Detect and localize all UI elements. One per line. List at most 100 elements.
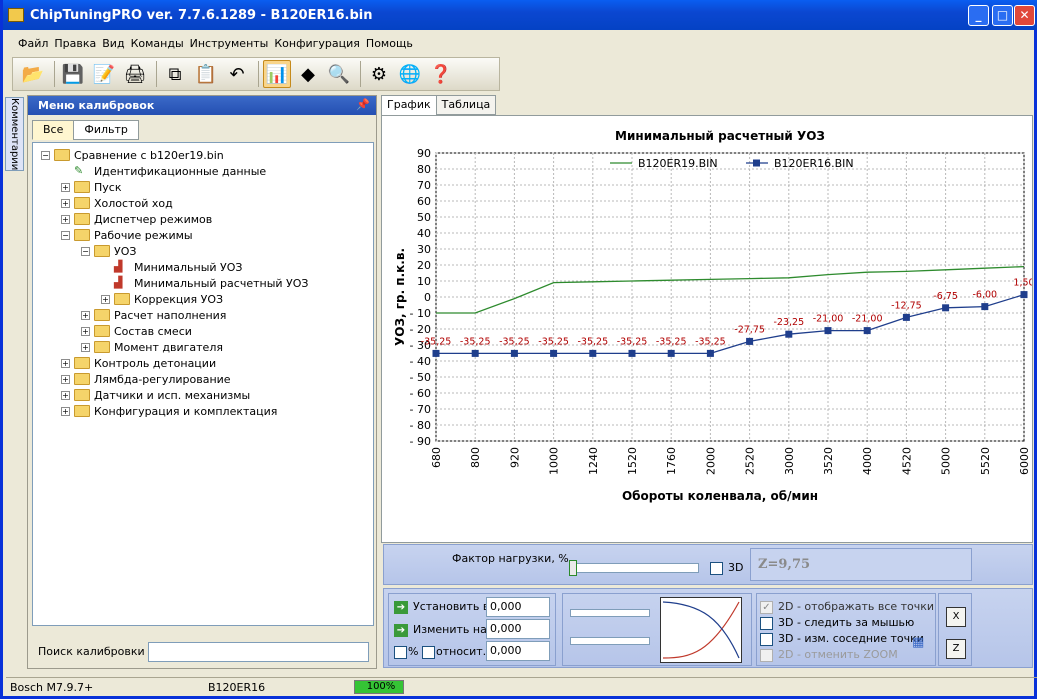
- tree-node[interactable]: − Сравнение с b120er19.bin: [37, 147, 373, 163]
- option-row[interactable]: 3D - изм. соседние точки: [760, 632, 934, 648]
- y-tick-label: 80: [417, 163, 431, 176]
- collapse-icon[interactable]: −: [61, 230, 70, 240]
- relative-checkbox[interactable]: [422, 645, 435, 659]
- search-input[interactable]: [148, 642, 369, 662]
- tab-filter[interactable]: Фильтр: [73, 120, 139, 140]
- arrow-right-icon[interactable]: ➔: [394, 623, 408, 637]
- info-icon[interactable]: ◆: [294, 60, 322, 88]
- folder-icon: [74, 197, 90, 209]
- menu-edit[interactable]: Правка: [54, 37, 96, 50]
- menu-help[interactable]: Помощь: [366, 37, 413, 50]
- comments-side-tab[interactable]: Комментарии: [5, 97, 24, 171]
- data-label: -35,25: [695, 336, 726, 347]
- tree-node[interactable]: + Датчики и исп. механизмы: [37, 387, 373, 403]
- change-value-row[interactable]: ➔ Изменить на: [394, 623, 487, 637]
- tree-node[interactable]: + Лямбда-регулирование: [37, 371, 373, 387]
- calibration-tree[interactable]: − Сравнение с b120er19.bin ✎ Идентификацион…: [32, 142, 374, 626]
- tree-node[interactable]: ▟ Минимальный расчетный УОЗ: [37, 275, 373, 291]
- tree-node[interactable]: + Контроль детонации: [37, 355, 373, 371]
- expand-icon[interactable]: +: [61, 198, 70, 208]
- zoom-icon[interactable]: 🔍: [325, 60, 353, 88]
- expand-icon[interactable]: +: [101, 294, 110, 304]
- option-row[interactable]: ✓ 2D - отображать все точки: [760, 600, 934, 616]
- expand-icon[interactable]: +: [61, 214, 70, 224]
- tree-node[interactable]: − Рабочие режимы: [37, 227, 373, 243]
- save-icon[interactable]: 💾: [59, 60, 87, 88]
- chart-svg[interactable]: 9080706050403020100- 10- 20- 30- 40- 50-…: [382, 116, 1035, 542]
- relative-toggle[interactable]: относит.: [422, 645, 486, 659]
- chart-view-icon[interactable]: 📊: [263, 60, 291, 88]
- save-as-icon[interactable]: 📝: [90, 60, 118, 88]
- percent-checkbox[interactable]: [394, 645, 407, 659]
- menu-file[interactable]: Файл: [18, 37, 48, 50]
- collapse-icon[interactable]: −: [41, 150, 50, 160]
- expand-icon[interactable]: +: [81, 342, 90, 352]
- tree-node-label: Идентификационные данные: [94, 164, 267, 178]
- tuning-icon[interactable]: ⚙: [365, 60, 393, 88]
- open-icon[interactable]: 📂: [19, 60, 47, 88]
- tree-node[interactable]: ✎ Идентификационные данные: [37, 163, 373, 179]
- maximize-button[interactable]: □: [992, 5, 1013, 26]
- pin-icon[interactable]: 📌: [356, 98, 370, 111]
- toggle-3d[interactable]: 3D: [710, 561, 743, 575]
- curve-slider-1[interactable]: [570, 609, 650, 617]
- load-factor-slider[interactable]: [569, 560, 699, 576]
- copy-icon[interactable]: ⧉: [161, 60, 189, 88]
- expand-icon[interactable]: +: [61, 374, 70, 384]
- change-value-input[interactable]: 0,000: [486, 619, 550, 639]
- x-axis-button[interactable]: X: [946, 607, 966, 627]
- tree-node[interactable]: + Коррекция УОЗ: [37, 291, 373, 307]
- relative-value-input[interactable]: 0,000: [486, 641, 550, 661]
- grid-icon[interactable]: ▦: [912, 635, 924, 650]
- arrow-right-icon[interactable]: ➔: [394, 600, 408, 614]
- expand-icon[interactable]: +: [61, 182, 70, 192]
- tree-node[interactable]: − УОЗ: [37, 243, 373, 259]
- expand-icon[interactable]: +: [61, 406, 70, 416]
- close-button[interactable]: ✕: [1014, 5, 1035, 26]
- set-value-input[interactable]: 0,000: [486, 597, 550, 617]
- menu-config[interactable]: Конфигурация: [274, 37, 360, 50]
- option-checkbox[interactable]: [760, 632, 773, 646]
- tree-node[interactable]: + Пуск: [37, 179, 373, 195]
- option-checkbox[interactable]: [760, 616, 773, 630]
- tree-node[interactable]: + Конфигурация и комплектация: [37, 403, 373, 419]
- slider-thumb[interactable]: [569, 560, 577, 576]
- tab-graph[interactable]: График: [381, 95, 437, 116]
- set-value-row[interactable]: ➔ Установить в: [394, 600, 489, 614]
- expand-icon[interactable]: +: [81, 310, 90, 320]
- option-checkbox[interactable]: ✓: [760, 600, 773, 614]
- menu-tools[interactable]: Инструменты: [190, 37, 269, 50]
- tree-node[interactable]: + Состав смеси: [37, 323, 373, 339]
- tree-node-label: Лямбда-регулирование: [94, 372, 231, 386]
- display-options: ✓ 2D - отображать все точки 3D - следить з…: [760, 600, 934, 664]
- checkbox-3d[interactable]: [710, 561, 723, 575]
- tree-node[interactable]: + Диспетчер режимов: [37, 211, 373, 227]
- print-icon[interactable]: 🖨: [121, 60, 149, 88]
- minimize-button[interactable]: _: [968, 5, 989, 26]
- curve-slider-2[interactable]: [570, 637, 650, 645]
- tree-node[interactable]: + Момент двигателя: [37, 339, 373, 355]
- x-tick-label: 920: [508, 447, 521, 468]
- expand-icon[interactable]: +: [61, 358, 70, 368]
- help-icon[interactable]: ❓: [427, 60, 455, 88]
- web-update-icon[interactable]: 🌐: [396, 60, 424, 88]
- z-axis-button[interactable]: Z: [946, 639, 966, 659]
- expand-icon[interactable]: +: [61, 390, 70, 400]
- percent-toggle[interactable]: %: [394, 645, 418, 659]
- menu-commands[interactable]: Команды: [131, 37, 184, 50]
- option-checkbox[interactable]: [760, 648, 773, 662]
- undo-icon[interactable]: ↶: [223, 60, 251, 88]
- title-bar[interactable]: ChipTuningPRO ver. 7.7.6.1289 - B120ER16…: [3, 0, 1037, 30]
- option-row[interactable]: 2D - отменить ZOOM: [760, 648, 934, 664]
- paste-icon[interactable]: 📋: [192, 60, 220, 88]
- tab-all[interactable]: Все: [32, 120, 75, 140]
- menu-view[interactable]: Вид: [102, 37, 124, 50]
- option-row[interactable]: 3D - следить за мышью: [760, 616, 934, 632]
- expand-icon[interactable]: +: [81, 326, 90, 336]
- tree-node[interactable]: ▟ Минимальный УОЗ: [37, 259, 373, 275]
- tree-node[interactable]: + Холостой ход: [37, 195, 373, 211]
- tab-table[interactable]: Таблица: [435, 95, 497, 115]
- collapse-icon[interactable]: −: [81, 246, 90, 256]
- chart-area[interactable]: 90 80 70 60 50 40 30 20 10 0- 10- 20- 30- 40- 50-…: [381, 115, 1035, 543]
- tree-node[interactable]: + Расчет наполнения: [37, 307, 373, 323]
